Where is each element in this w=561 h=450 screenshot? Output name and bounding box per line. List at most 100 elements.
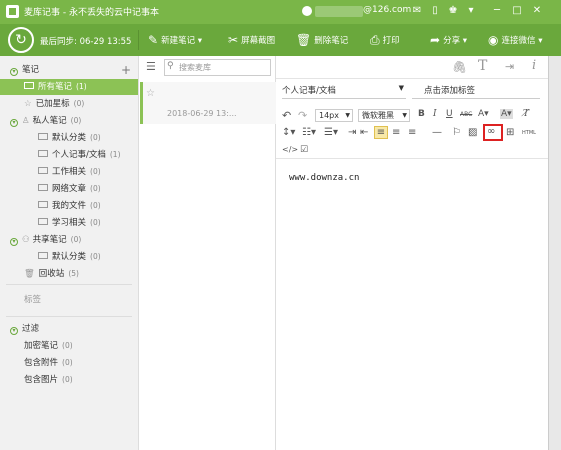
account-name-mask [315, 6, 363, 17]
list-view-icon[interactable]: ☰ [146, 60, 156, 73]
redo-icon[interactable]: ↷ [298, 109, 307, 122]
sidebar-item-work[interactable]: 工作相关 (0) [0, 164, 138, 180]
align-left-icon[interactable]: ≡ [374, 126, 388, 139]
font-size-select[interactable]: 14px ▼ [315, 109, 353, 122]
align-right-icon[interactable]: ≡ [408, 127, 416, 138]
undo-icon[interactable]: ↶ [282, 109, 291, 122]
italic-icon[interactable]: I [433, 109, 437, 119]
category-select[interactable]: 个人记事/文档 ▼ [282, 84, 406, 99]
mail-icon[interactable]: ✉ [410, 4, 424, 18]
print-button[interactable]: ⎙ 打印 [370, 31, 400, 49]
scrollbar[interactable] [548, 56, 561, 450]
notes-section-header[interactable]: ▾ 笔记 + [0, 62, 138, 78]
indent-icon[interactable]: ⇥ [348, 127, 356, 138]
bullet-list-icon[interactable]: ☰▾ [324, 127, 338, 138]
checkbox-icon[interactable]: ☑ [300, 145, 308, 155]
edit-icon: ✎ [148, 33, 159, 47]
minimize-button[interactable]: ─ [490, 4, 504, 18]
image-icon[interactable]: ▨ [468, 127, 477, 138]
sidebar-item-my-files[interactable]: 我的文件 (0) [0, 198, 138, 214]
clear-format-icon[interactable]: T̸ [523, 109, 529, 119]
share-button[interactable]: ➦ 分享 ▾ [430, 31, 467, 49]
folder-icon [38, 252, 48, 259]
people-icon: ⚇ [22, 235, 30, 245]
mobile-icon[interactable]: ▯ [428, 4, 442, 18]
sidebar-item-default-category[interactable]: 默认分类 (0) [0, 130, 138, 146]
menu-icon[interactable]: ▾ [464, 4, 478, 18]
filter-encrypted[interactable]: 加密笔记 (0) [0, 338, 138, 354]
chevron-down-icon: ▼ [345, 112, 350, 119]
sidebar-item-web-articles[interactable]: 网络文章 (0) [0, 181, 138, 197]
sidebar-item-trash[interactable]: 🗑 回收站 (5) [0, 266, 138, 282]
filter-attachments[interactable]: 包含附件 (0) [0, 355, 138, 371]
table-icon[interactable]: ⊞ [506, 127, 514, 138]
folder-icon [38, 201, 48, 208]
star-icon[interactable]: ☆ [146, 88, 155, 99]
divider [276, 78, 548, 79]
chevron-down-icon: ▼ [402, 112, 407, 119]
main-toolbar: ↻ 最后同步: 06-29 13:55 ✎ 新建笔记 ▾ ✂ 屏幕截图 🗑 删除笔记 … [0, 24, 561, 56]
wechat-icon: ◉ [488, 33, 499, 47]
horizontal-rule-icon[interactable]: — [432, 127, 442, 138]
new-note-button[interactable]: ✎ 新建笔记 ▾ [148, 31, 202, 49]
folder-icon [38, 167, 48, 174]
last-sync-label: 最后同步: 06-29 13:55 [40, 37, 132, 47]
note-date: 2018-06-29 13:... [167, 109, 237, 118]
search-icon: ⚲ [167, 61, 174, 71]
note-list-item[interactable]: ☆ 2018-06-29 13:... [140, 82, 276, 124]
text-format-icon[interactable]: T [478, 58, 487, 74]
filter-section-header[interactable]: ▾ 过滤 [0, 321, 138, 337]
title-bar: 麦库记事 - 永不丢失的云中记事本 @126.com ✉ ▯ ♚ ▾ ─ □ ✕ [0, 0, 561, 24]
format-painter-icon[interactable]: ⚐ [452, 127, 461, 138]
sidebar-item-personal-docs[interactable]: 个人记事/文档 (1) [0, 147, 138, 163]
window-title: 麦库记事 - 永不丢失的云中记事本 [24, 8, 159, 18]
font-color-icon[interactable]: A▾ [478, 109, 489, 119]
folder-icon [38, 184, 48, 191]
exit-icon[interactable]: ⇥ [505, 60, 514, 73]
code-icon[interactable]: </> [282, 145, 298, 154]
sync-icon[interactable]: ↻ [8, 27, 34, 53]
collapse-icon: ▾ [10, 327, 18, 335]
avatar-icon[interactable] [302, 6, 312, 16]
close-button[interactable]: ✕ [530, 4, 544, 18]
folder-icon [38, 133, 48, 140]
html-icon[interactable]: HTML [522, 130, 536, 136]
tag-input[interactable]: 点击添加标签 [412, 84, 540, 99]
maximize-button[interactable]: □ [510, 4, 524, 18]
align-center-icon[interactable]: ≡ [392, 127, 400, 138]
sidebar-item-shared-notes[interactable]: ▾ ⚇ 共享笔记 (0) [0, 232, 138, 248]
bold-icon[interactable]: B [418, 109, 425, 119]
sidebar-item-private-notes[interactable]: ▾ ♙ 私人笔记 (0) [0, 113, 138, 129]
search-input[interactable]: 搜索麦库 [164, 59, 271, 76]
underline-icon[interactable]: U [446, 109, 453, 119]
filter-images[interactable]: 包含图片 (0) [0, 372, 138, 388]
sidebar-item-all-notes[interactable]: 所有笔记 (1) [0, 79, 138, 95]
info-icon[interactable]: i [532, 58, 536, 73]
skin-icon[interactable]: ♚ [446, 4, 460, 18]
wechat-button[interactable]: ◉ 连接微信 ▾ [488, 31, 542, 49]
note-content[interactable]: www.downza.cn [289, 173, 359, 183]
attachment-icon[interactable]: 🖇 [452, 60, 467, 74]
sidebar-item-study[interactable]: 学习相关 (0) [0, 215, 138, 231]
add-notebook-icon[interactable]: + [121, 62, 131, 78]
sidebar-item-shared-default[interactable]: 默认分类 (0) [0, 249, 138, 265]
tags-section-header[interactable]: 标签 [0, 292, 138, 308]
outdent-icon[interactable]: ⇤ [360, 127, 368, 138]
line-height-icon[interactable]: ↕▾ [282, 127, 295, 138]
toolbar-divider [138, 30, 139, 50]
delete-note-button[interactable]: 🗑 删除笔记 [296, 31, 348, 49]
star-icon: ☆ [24, 99, 32, 109]
app-logo-icon [6, 5, 19, 18]
link-button-highlight[interactable]: ∞ [483, 124, 503, 141]
folder-icon [24, 82, 34, 89]
font-family-select[interactable]: 微软雅黑 ▼ [358, 109, 410, 122]
trash-icon: 🗑 [24, 269, 35, 279]
ordered-list-icon[interactable]: ☷▾ [302, 127, 316, 138]
screenshot-button[interactable]: ✂ 屏幕截图 [228, 31, 275, 49]
strikethrough-icon[interactable]: ABC [460, 111, 472, 118]
printer-icon: ⎙ [370, 33, 380, 47]
collapse-icon: ▾ [10, 68, 18, 76]
highlight-color-icon[interactable]: A▾ [500, 109, 513, 119]
sidebar-item-starred[interactable]: ☆ 已加星标 (0) [0, 96, 138, 112]
sidebar: ▾ 笔记 + 所有笔记 (1) ☆ 已加星标 (0) ▾ ♙ 私人笔记 (0) 默认分类 (0)… [0, 56, 139, 450]
